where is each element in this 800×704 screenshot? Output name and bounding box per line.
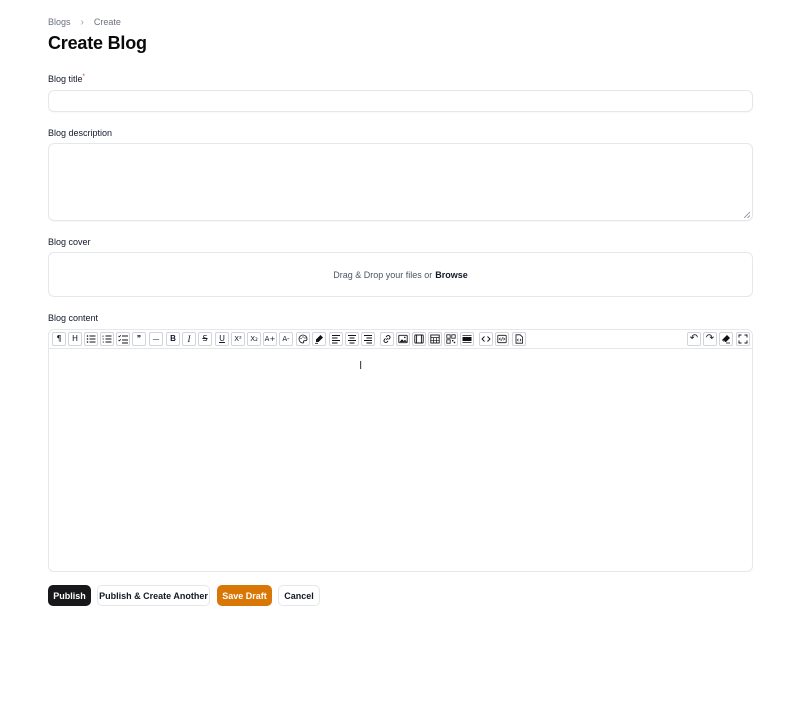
- breadcrumb-parent-link[interactable]: Blogs: [48, 17, 71, 27]
- image-icon[interactable]: [396, 332, 410, 346]
- block-icon[interactable]: [460, 332, 474, 346]
- heading-icon[interactable]: H: [68, 332, 82, 346]
- table-icon[interactable]: [428, 332, 442, 346]
- blog-title-label: Blog title*: [48, 74, 85, 84]
- undo-icon[interactable]: ↶: [687, 332, 701, 346]
- subscript-icon[interactable]: X₂: [247, 332, 261, 346]
- font-size-increase-icon[interactable]: A+: [263, 332, 277, 346]
- clear-format-icon[interactable]: [719, 332, 733, 346]
- color-palette-icon[interactable]: [296, 332, 310, 346]
- blog-title-input[interactable]: [48, 90, 753, 112]
- bold-icon[interactable]: B: [166, 332, 180, 346]
- blockquote-icon[interactable]: ❞: [132, 332, 146, 346]
- blog-cover-label: Blog cover: [48, 237, 91, 247]
- horizontal-rule-icon[interactable]: —: [149, 332, 163, 346]
- font-size-decrease-icon[interactable]: A-: [279, 332, 293, 346]
- chevron-right-icon: ›: [80, 16, 84, 28]
- align-center-icon[interactable]: [345, 332, 359, 346]
- fullscreen-icon[interactable]: [736, 332, 750, 346]
- link-icon[interactable]: [380, 332, 394, 346]
- superscript-icon[interactable]: X²: [231, 332, 245, 346]
- underline-icon[interactable]: U: [215, 332, 229, 346]
- paragraph-icon[interactable]: ¶: [52, 332, 66, 346]
- align-right-icon[interactable]: [361, 332, 375, 346]
- italic-icon[interactable]: I: [182, 332, 196, 346]
- checklist-icon[interactable]: [116, 332, 130, 346]
- highlighter-icon[interactable]: [312, 332, 326, 346]
- publish-button[interactable]: Publish: [48, 585, 91, 606]
- blog-cover-dropzone[interactable]: Drag & Drop your files or Browse: [48, 252, 753, 297]
- video-icon[interactable]: [412, 332, 426, 346]
- cancel-button[interactable]: Cancel: [278, 585, 320, 606]
- required-mark: *: [82, 74, 85, 80]
- source-file-icon[interactable]: [512, 332, 526, 346]
- code-icon[interactable]: [479, 332, 493, 346]
- strikethrough-icon[interactable]: S: [198, 332, 212, 346]
- blog-description-textarea[interactable]: [48, 143, 753, 221]
- breadcrumb-current: Create: [93, 17, 121, 27]
- resize-handle-icon[interactable]: [744, 212, 750, 218]
- breadcrumb: Blogs › Create: [48, 16, 121, 28]
- bullet-list-icon[interactable]: [84, 332, 98, 346]
- page-title: Create Blog: [48, 33, 147, 53]
- save-draft-button[interactable]: Save Draft: [217, 585, 272, 606]
- browse-link[interactable]: Browse: [435, 270, 468, 280]
- ordered-list-icon[interactable]: [100, 332, 114, 346]
- editor-content-area[interactable]: I: [49, 350, 752, 571]
- dropzone-text: Drag & Drop your files or: [333, 269, 433, 280]
- grid-icon[interactable]: [444, 332, 458, 346]
- blog-description-label: Blog description: [48, 128, 113, 138]
- blog-content-label: Blog content: [48, 313, 99, 323]
- rich-text-editor: ¶ H ❞ — B I S U X² X₂ A+ A- ↶ ↷ I: [48, 329, 753, 572]
- align-left-icon[interactable]: [329, 332, 343, 346]
- code-block-icon[interactable]: [495, 332, 509, 346]
- redo-icon[interactable]: ↷: [703, 332, 717, 346]
- text-cursor-icon: I: [359, 359, 363, 372]
- editor-toolbar: ¶ H ❞ — B I S U X² X₂ A+ A- ↶ ↷: [49, 330, 752, 349]
- publish-and-create-another-button[interactable]: Publish & Create Another: [97, 585, 210, 606]
